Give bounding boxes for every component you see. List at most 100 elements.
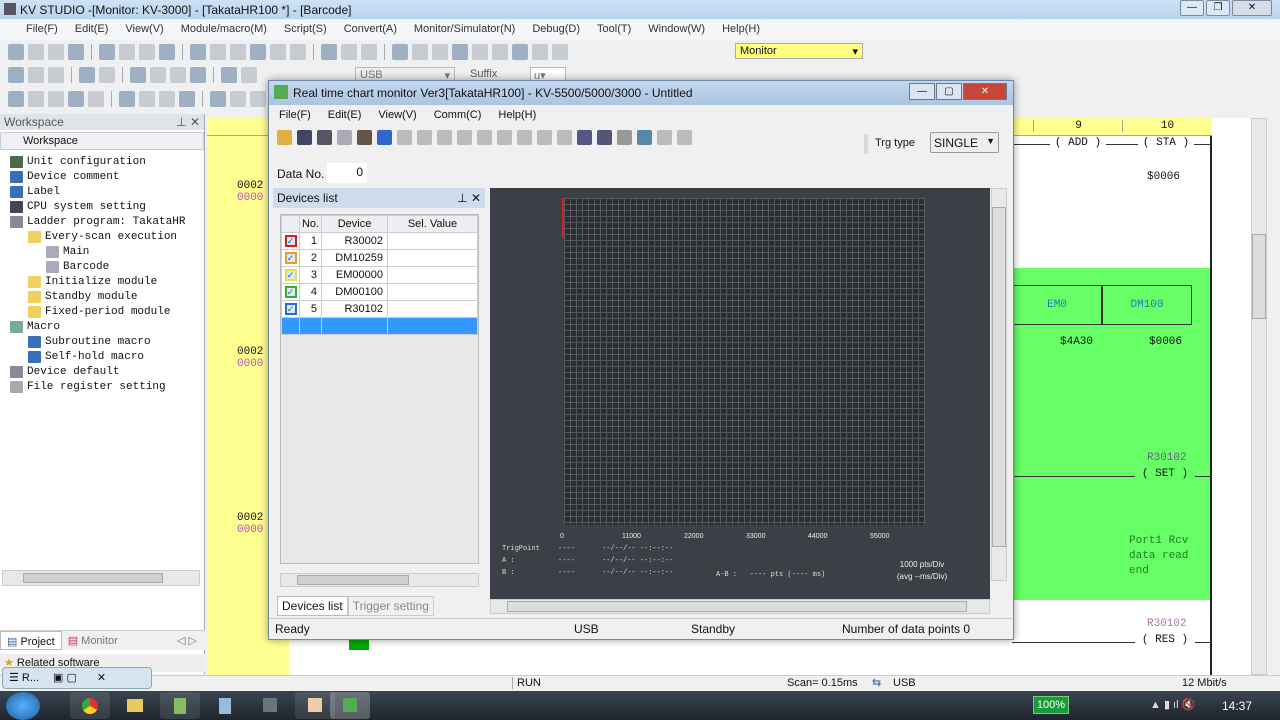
- toolbar-button-icon[interactable]: [341, 44, 357, 60]
- tab-scroll-arrows[interactable]: ◁ ▷: [169, 631, 205, 650]
- toolbar-button-icon[interactable]: [250, 91, 266, 107]
- device-row[interactable]: ✓ 5 R30102: [281, 300, 478, 318]
- menu-debug[interactable]: Debug(D): [532, 23, 580, 40]
- taskbar-explorer[interactable]: [115, 692, 155, 719]
- close-button[interactable]: ✕: [963, 83, 1007, 100]
- rt-toolbar-button-icon[interactable]: [377, 130, 392, 145]
- toolbar-button-icon[interactable]: [412, 44, 428, 60]
- taskbar-calculator[interactable]: [205, 692, 245, 719]
- tree-item[interactable]: CPU system setting: [10, 199, 204, 214]
- tree-item[interactable]: Ladder program: TakataHR: [10, 214, 204, 229]
- clock[interactable]: 14:37: [1222, 699, 1252, 713]
- toolbar-button-icon[interactable]: [241, 67, 257, 83]
- tree-item[interactable]: Initialize module: [10, 274, 204, 289]
- empty-cell[interactable]: [299, 317, 322, 335]
- tree-item[interactable]: Device default: [10, 364, 204, 379]
- rt-toolbar-button-icon[interactable]: [517, 130, 532, 145]
- menu-help[interactable]: Help(H): [722, 23, 760, 40]
- toolbar-button-icon[interactable]: [190, 44, 206, 60]
- rt-toolbar-button-icon[interactable]: [617, 130, 632, 145]
- battery-indicator[interactable]: 100%: [1033, 696, 1069, 714]
- ladder-vscrollbar[interactable]: [1251, 118, 1267, 675]
- taskbar-kvstudio[interactable]: [160, 692, 200, 719]
- toolbar-button-icon[interactable]: [68, 44, 84, 60]
- device-checkbox-cell[interactable]: ✓: [281, 300, 300, 318]
- sta-instruction[interactable]: ( STA ): [1138, 137, 1194, 149]
- toolbar-button-icon[interactable]: [48, 44, 64, 60]
- minimize-button[interactable]: —: [909, 83, 935, 100]
- rt-toolbar-button-icon[interactable]: [457, 130, 472, 145]
- chart-hscrollbar[interactable]: [490, 599, 990, 614]
- device-checkbox[interactable]: ✓: [284, 303, 297, 315]
- tree-item[interactable]: Standby module: [10, 289, 204, 304]
- restore-button[interactable]: ❐: [1206, 0, 1230, 16]
- data-no-field[interactable]: 0: [327, 163, 367, 183]
- menu-view[interactable]: View(V): [125, 23, 163, 40]
- rt-toolbar-button-icon[interactable]: [437, 130, 452, 145]
- toolbar-button-icon[interactable]: [170, 67, 186, 83]
- set-coil[interactable]: ( SET ): [1135, 468, 1195, 480]
- rt-menu-item[interactable]: Help(H): [498, 109, 536, 123]
- rt-toolbar-button-icon[interactable]: [357, 130, 372, 145]
- device-row[interactable]: ✓ 4 DM00100: [281, 283, 478, 301]
- rt-toolbar-button-icon[interactable]: [497, 130, 512, 145]
- device-row[interactable]: ✓ 3 EM00000: [281, 266, 478, 284]
- toolbar-button-icon[interactable]: [159, 44, 175, 60]
- device-checkbox[interactable]: ✓: [284, 269, 297, 281]
- toolbar-button-icon[interactable]: [8, 91, 24, 107]
- pin-close-icons[interactable]: ⊥ ✕: [176, 115, 200, 129]
- toolbar-button-icon[interactable]: [532, 44, 548, 60]
- device-checkbox[interactable]: ✓: [284, 286, 297, 298]
- toolbar-button-icon[interactable]: [130, 67, 146, 83]
- toolbar-button-icon[interactable]: [119, 91, 135, 107]
- toolbar-button-icon[interactable]: [99, 67, 115, 83]
- tree-item[interactable]: Subroutine macro: [10, 334, 204, 349]
- rt-toolbar-button-icon[interactable]: [657, 130, 672, 145]
- rt-menu-item[interactable]: File(F): [279, 109, 311, 123]
- rt-toolbar-button-icon[interactable]: [577, 130, 592, 145]
- restore-icon[interactable]: ▣ ▢: [53, 672, 77, 684]
- devices-hscrollbar[interactable]: [280, 573, 479, 587]
- rt-menu-item[interactable]: View(V): [378, 109, 416, 123]
- device-row-new[interactable]: [281, 317, 478, 335]
- minimize-button[interactable]: —: [1180, 0, 1204, 16]
- menu-window[interactable]: Window(W): [648, 23, 705, 40]
- toolbar-button-icon[interactable]: [221, 67, 237, 83]
- tree-item[interactable]: Self-hold macro: [10, 349, 204, 364]
- toolbar-button-icon[interactable]: [512, 44, 528, 60]
- tree-item[interactable]: Device comment: [10, 169, 204, 184]
- rt-toolbar-button-icon[interactable]: [597, 130, 612, 145]
- toolbar-button-icon[interactable]: [361, 44, 377, 60]
- toolbar-button-icon[interactable]: [230, 91, 246, 107]
- menu-monitor-simulator[interactable]: Monitor/Simulator(N): [414, 23, 515, 40]
- toolbar-button-icon[interactable]: [139, 44, 155, 60]
- toolbar-button-icon[interactable]: [88, 91, 104, 107]
- start-button[interactable]: [6, 692, 40, 720]
- floating-minimized-window[interactable]: ☰ R... ▣ ▢ ✕: [2, 667, 152, 689]
- tray-icons[interactable]: ▲ ▮ ıl 🔇: [1150, 698, 1195, 711]
- tab-project[interactable]: ▤ Project: [0, 631, 62, 650]
- rt-toolbar-button-icon[interactable]: [537, 130, 552, 145]
- toolbar-button-icon[interactable]: [48, 91, 64, 107]
- toolbar-button-icon[interactable]: [28, 91, 44, 107]
- toolbar-button-icon[interactable]: [321, 44, 337, 60]
- toolbar-button-icon[interactable]: [250, 44, 266, 60]
- rt-toolbar-button-icon[interactable]: [637, 130, 652, 145]
- menu-convert[interactable]: Convert(A): [344, 23, 397, 40]
- rt-menu-item[interactable]: Comm(C): [434, 109, 482, 123]
- toolbar-button-icon[interactable]: [492, 44, 508, 60]
- toolbar-button-icon[interactable]: [290, 44, 306, 60]
- tree-item[interactable]: Label: [10, 184, 204, 199]
- toolbar-button-icon[interactable]: [432, 44, 448, 60]
- workspace-root[interactable]: Workspace: [0, 132, 204, 150]
- tree-item[interactable]: Macro: [10, 319, 204, 334]
- rt-toolbar-button-icon[interactable]: [477, 130, 492, 145]
- toolbar-button-icon[interactable]: [159, 91, 175, 107]
- device-checkbox-cell[interactable]: ✓: [281, 266, 300, 284]
- toolbar-button-icon[interactable]: [392, 44, 408, 60]
- menu-module-macro[interactable]: Module/macro(M): [181, 23, 267, 40]
- rt-toolbar-button-icon[interactable]: [297, 130, 312, 145]
- empty-cell[interactable]: [321, 317, 388, 335]
- device-checkbox-cell[interactable]: ✓: [281, 283, 300, 301]
- menu-file[interactable]: File(F): [26, 23, 58, 40]
